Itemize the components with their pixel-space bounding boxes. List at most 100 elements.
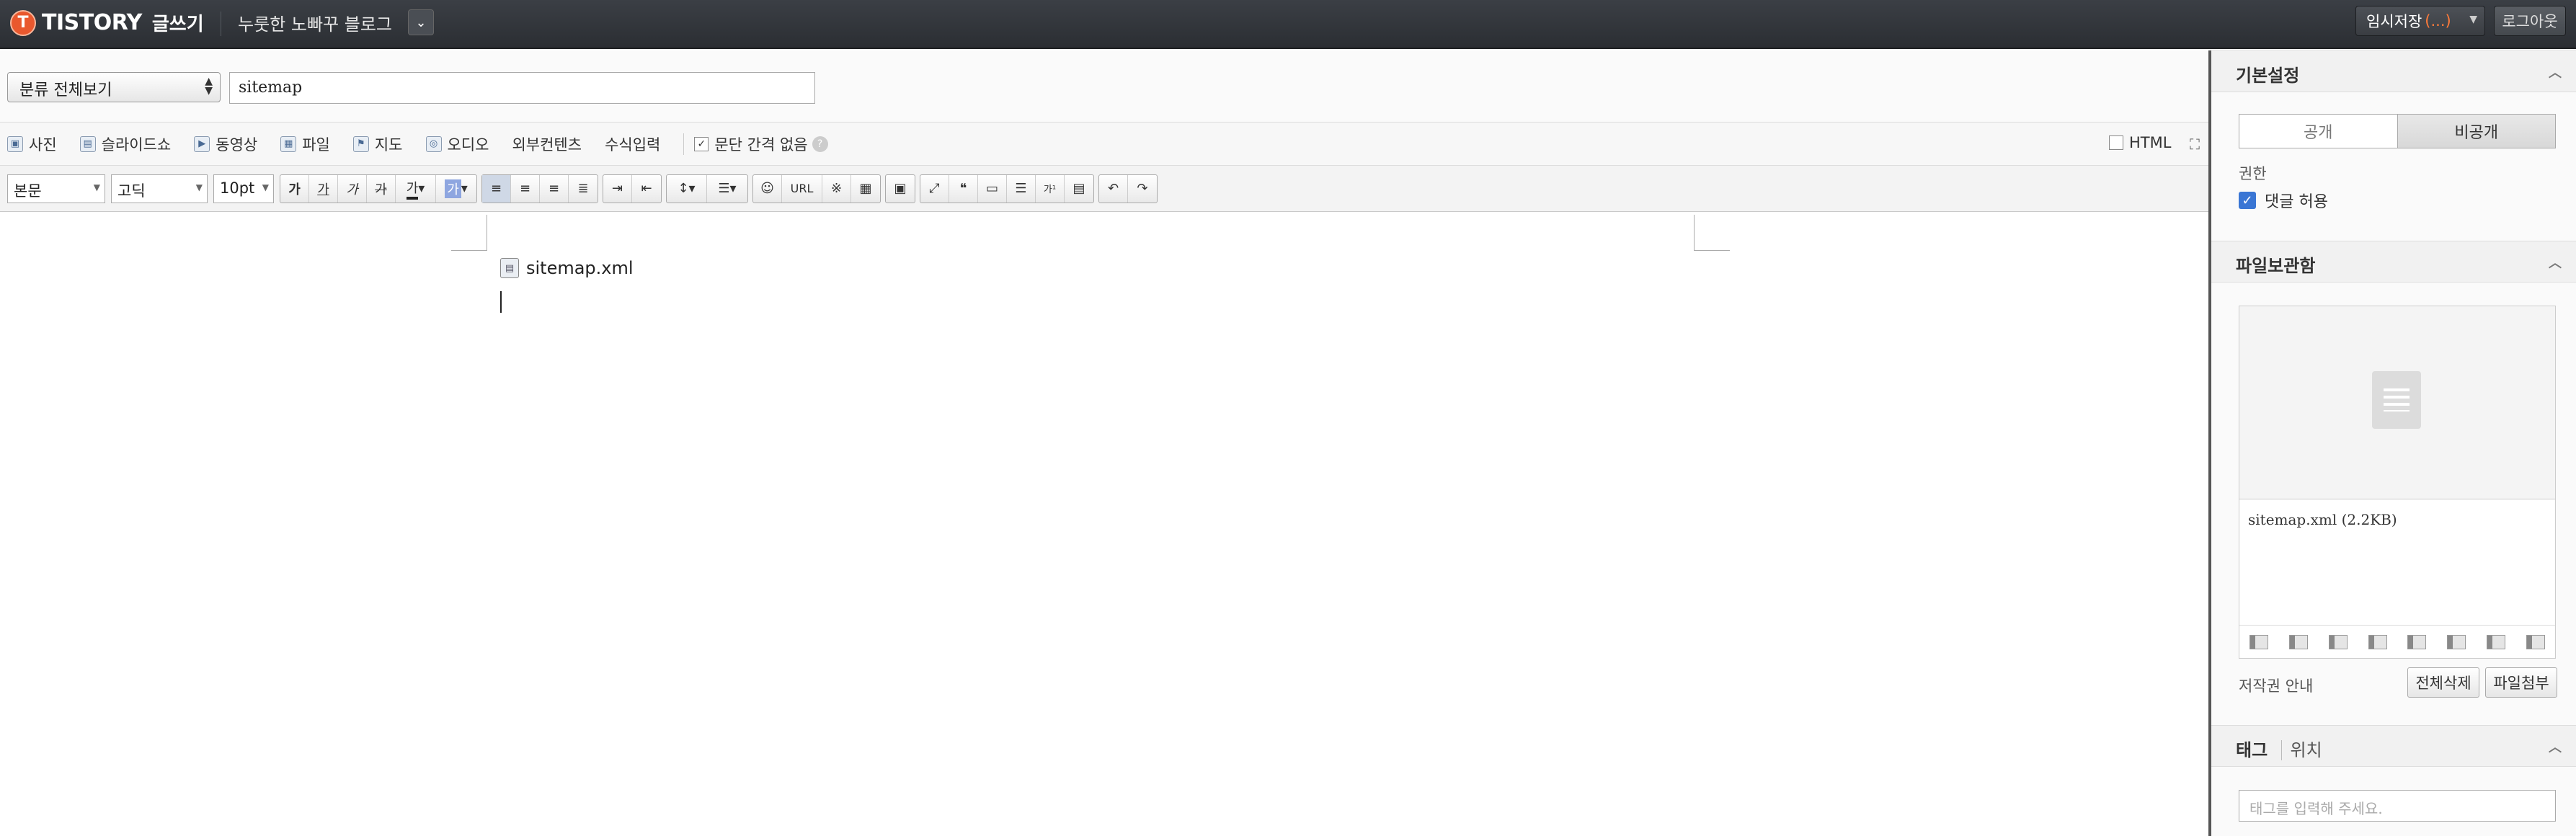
copyright-link[interactable]: 저작권 안내 bbox=[2239, 675, 2313, 696]
font-size-select[interactable]: 10pt ▼ bbox=[213, 174, 274, 203]
insert-video-button[interactable]: ▶ 동영상 bbox=[194, 133, 257, 155]
caret-down-icon: ▼ bbox=[262, 182, 269, 192]
outdent-icon[interactable]: ⇤ bbox=[632, 175, 661, 203]
indent-icon[interactable]: ⇥ bbox=[603, 174, 632, 203]
bold-button[interactable]: 가 bbox=[280, 174, 309, 203]
attached-file[interactable]: ▤ sitemap.xml bbox=[500, 258, 634, 278]
tag-input[interactable]: 태그를 입력해 주세요. bbox=[2239, 790, 2556, 822]
checkbox-icon[interactable] bbox=[2109, 135, 2123, 150]
visibility-toggle: 공개 비공개 bbox=[2239, 114, 2556, 148]
insert-photo-button[interactable]: ▣ 사진 bbox=[7, 133, 57, 155]
no-paragraph-spacing-toggle[interactable]: ✓ 문단 간격 없음 ? bbox=[694, 133, 828, 155]
caret-down-icon[interactable]: ▼ bbox=[2469, 14, 2477, 25]
file-storage-header[interactable]: 파일보관함 ︿ bbox=[2211, 241, 2576, 283]
delete-all-button[interactable]: 전체삭제 bbox=[2407, 667, 2479, 698]
more-icon[interactable]: ⤢ bbox=[920, 174, 949, 203]
help-icon[interactable]: ? bbox=[812, 135, 828, 152]
strikethrough-button[interactable]: 가 bbox=[367, 174, 396, 203]
category-value: 분류 전체보기 bbox=[19, 81, 112, 99]
align-center-icon[interactable]: ≡ bbox=[511, 174, 540, 203]
quote-icon[interactable]: ❝ bbox=[949, 174, 978, 203]
insert-audio-label: 오디오 bbox=[447, 135, 489, 154]
collapse-chevron-up-icon[interactable]: ︿ bbox=[2549, 737, 2562, 756]
top-bar: T TISTORY 글쓰기 누룻한 노빠꾸 블로그 ⌄ 임시저장 (...) ▼… bbox=[0, 0, 2576, 49]
insert-slideshow-button[interactable]: ▤ 슬라이드쇼 bbox=[79, 133, 171, 155]
highlight-color-button[interactable]: 가 ▾ bbox=[436, 175, 476, 203]
logout-button[interactable]: 로그아웃 bbox=[2494, 6, 2566, 36]
undo-icon[interactable]: ↶ bbox=[1099, 174, 1128, 203]
align-left-icon[interactable]: ≡ bbox=[482, 174, 511, 203]
category-select[interactable]: 분류 전체보기 ▲ ▼ bbox=[7, 72, 221, 102]
insert-file-label: 파일 bbox=[302, 135, 330, 154]
caret-down-icon: ▼ bbox=[93, 182, 100, 192]
box-icon[interactable]: ▭ bbox=[978, 174, 1007, 203]
settings-sidebar: 기본설정 ︿ 공개 비공개 권한 ✓ 댓글 허용 파일보관함 ︿ sitemap… bbox=[2208, 50, 2576, 836]
footnote-icon[interactable]: 가¹ bbox=[1036, 174, 1065, 203]
spacing-list-group: ↕▾ ☰▾ bbox=[666, 174, 748, 203]
file-storage-box: sitemap.xml (2.2KB) bbox=[2239, 306, 2556, 659]
align-justify-icon[interactable]: ≣ bbox=[569, 175, 598, 203]
margin-marker bbox=[451, 215, 487, 251]
text-color-button[interactable]: 가 ▾ bbox=[396, 174, 436, 203]
emoticon-icon[interactable]: ☺ bbox=[753, 174, 782, 203]
insert-external-content-button[interactable]: 외부컨텐츠 bbox=[512, 133, 582, 155]
basic-settings-title: 기본설정 bbox=[2236, 65, 2300, 86]
collapse-chevron-up-icon[interactable]: ︿ bbox=[2549, 253, 2562, 272]
horizontal-rule-icon[interactable]: ☰ bbox=[1007, 174, 1036, 203]
insert-photo-label: 사진 bbox=[29, 135, 57, 154]
align-center-icon[interactable] bbox=[2289, 634, 2309, 649]
insert-formula-button[interactable]: 수식입력 bbox=[605, 133, 660, 155]
fullscreen-icon[interactable]: ⛶ bbox=[2190, 135, 2200, 153]
editor-body[interactable]: ▤ sitemap.xml bbox=[0, 213, 2208, 836]
editor-area: 분류 전체보기 ▲ ▼ sitemap ▣ 사진 ▤ 슬라이드쇼 ▶ 동영상 ▦ 파일 ⚑… bbox=[0, 50, 2208, 836]
text-box-icon[interactable]: ▣ bbox=[886, 175, 915, 203]
basic-settings-header[interactable]: 기본설정 ︿ bbox=[2211, 50, 2576, 92]
checkbox-checked-icon[interactable]: ✓ bbox=[694, 136, 709, 151]
paragraph-style-select[interactable]: 본문 ▼ bbox=[7, 174, 105, 203]
attach-file-button[interactable]: 파일첨부 bbox=[2485, 667, 2557, 698]
tistory-logo[interactable]: T TISTORY 글쓰기 bbox=[10, 9, 204, 36]
private-button[interactable]: 비공개 bbox=[2397, 115, 2555, 148]
float-right-icon[interactable] bbox=[2526, 634, 2545, 649]
insert-file-button[interactable]: ▦ 파일 bbox=[280, 133, 330, 155]
file-list-item[interactable]: sitemap.xml (2.2KB) bbox=[2248, 511, 2397, 528]
file-storage-title: 파일보관함 bbox=[2236, 255, 2316, 276]
link-button[interactable]: URL bbox=[782, 174, 822, 203]
table-icon[interactable]: ▦ bbox=[851, 175, 880, 203]
tag-location-header: 태그 위치 ︿ bbox=[2211, 725, 2576, 767]
insert-audio-button[interactable]: ◎ 오디오 bbox=[425, 133, 489, 155]
float-left-icon[interactable] bbox=[2486, 634, 2505, 649]
html-label: HTML bbox=[2129, 134, 2172, 151]
three-column-icon[interactable] bbox=[2447, 634, 2466, 649]
align-right-icon[interactable]: ≡ bbox=[540, 174, 569, 203]
list-icon[interactable]: ☰▾ bbox=[707, 175, 747, 203]
font-size-value: 10pt bbox=[220, 179, 255, 197]
temp-save-button[interactable]: 임시저장 (...) ▼ bbox=[2355, 6, 2485, 36]
video-icon: ▶ bbox=[194, 135, 210, 152]
special-char-icon[interactable]: ※ bbox=[822, 174, 851, 203]
save-icon[interactable]: ▤ bbox=[1065, 175, 1093, 203]
title-input[interactable]: sitemap bbox=[229, 72, 815, 104]
html-mode-toggle[interactable]: HTML bbox=[2109, 134, 2171, 151]
blog-select-chevron-down-icon[interactable]: ⌄ bbox=[408, 9, 434, 35]
italic-button[interactable]: 가 bbox=[338, 174, 367, 203]
align-right-icon[interactable] bbox=[2328, 634, 2348, 649]
align-left-icon[interactable] bbox=[2249, 634, 2269, 649]
line-height-icon[interactable]: ↕▾ bbox=[667, 174, 707, 203]
tab-location[interactable]: 위치 bbox=[2280, 740, 2322, 760]
underline-button[interactable]: 가 bbox=[309, 174, 338, 203]
public-button[interactable]: 공개 bbox=[2239, 115, 2398, 148]
checkbox-checked-icon[interactable]: ✓ bbox=[2239, 192, 2256, 209]
image-align-options bbox=[2239, 625, 2555, 658]
collapse-chevron-up-icon[interactable]: ︿ bbox=[2549, 63, 2562, 81]
align-full-icon[interactable] bbox=[2368, 634, 2387, 649]
redo-icon[interactable]: ↷ bbox=[1128, 175, 1157, 203]
align-group: ≡ ≡ ≡ ≣ bbox=[481, 174, 598, 203]
category-title-row: 분류 전체보기 ▲ ▼ sitemap bbox=[0, 50, 2208, 123]
tab-tag[interactable]: 태그 bbox=[2236, 739, 2268, 760]
two-column-icon[interactable] bbox=[2407, 634, 2427, 649]
font-family-select[interactable]: 고딕 ▼ bbox=[111, 174, 208, 203]
insert-map-button[interactable]: ⚑ 지도 bbox=[352, 133, 403, 155]
select-arrows-icon: ▲ ▼ bbox=[205, 76, 213, 97]
allow-comments-toggle[interactable]: ✓ 댓글 허용 bbox=[2239, 189, 2328, 212]
